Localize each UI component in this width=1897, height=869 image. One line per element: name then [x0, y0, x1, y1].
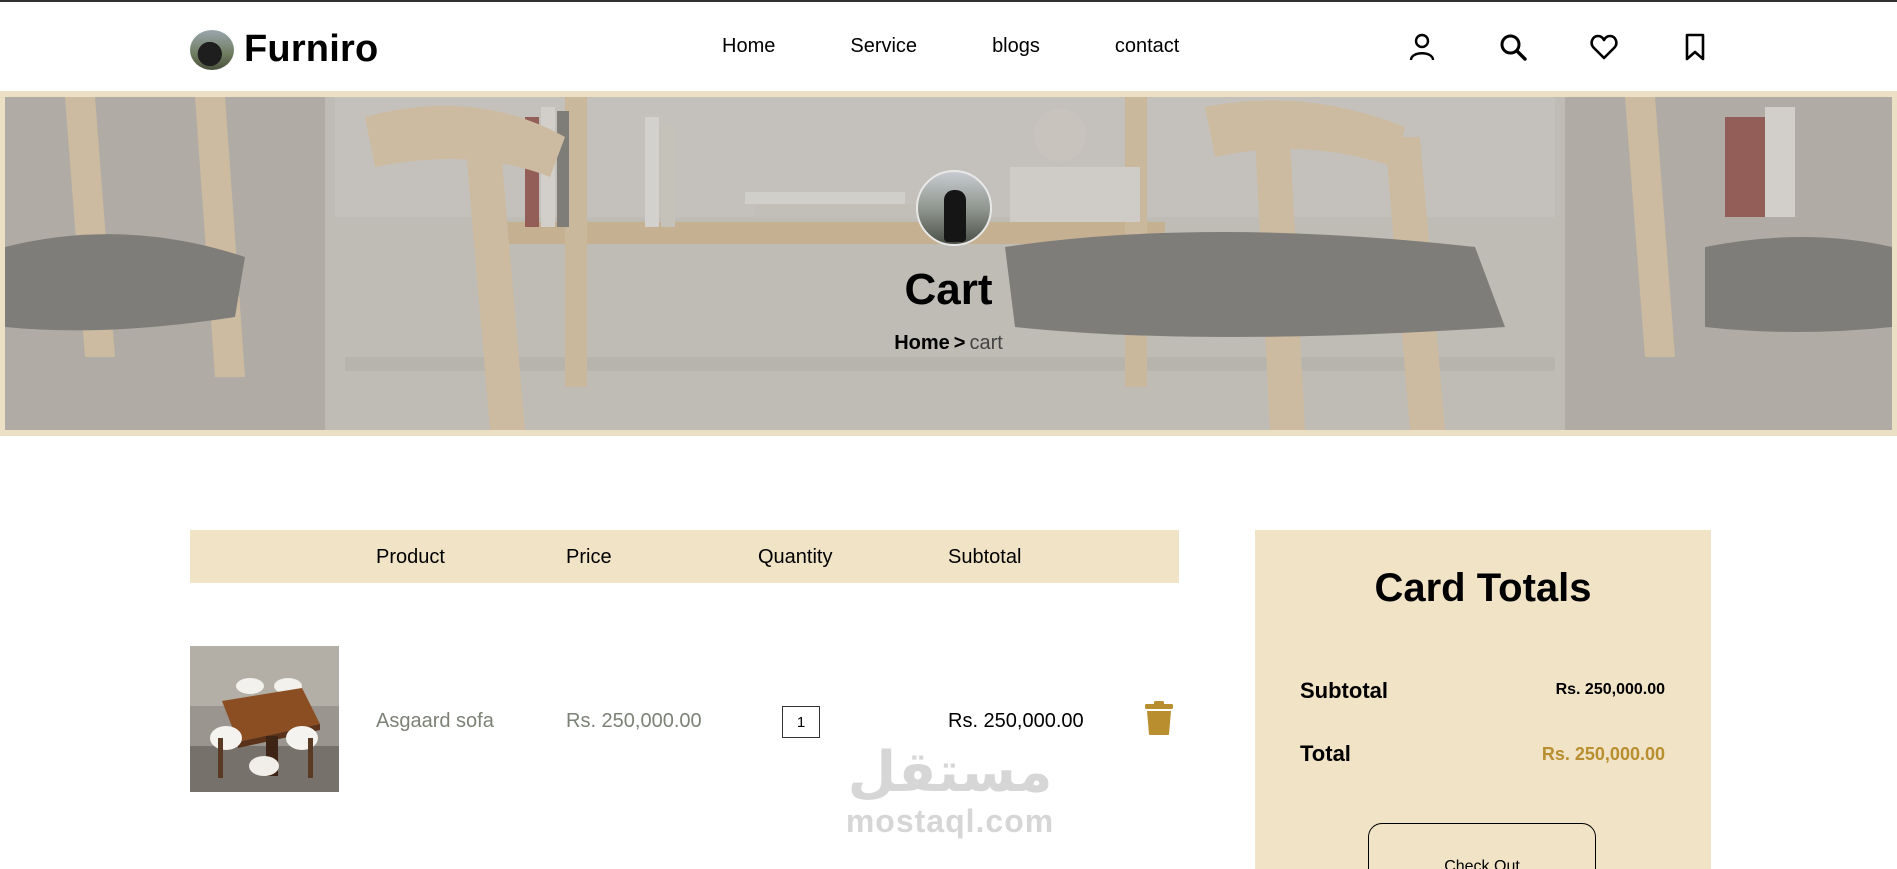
hero-background-image	[5, 97, 1892, 430]
user-icon[interactable]	[1408, 32, 1436, 62]
logo[interactable]: Furniro	[190, 28, 378, 71]
product-name[interactable]: Asgaard sofa	[376, 710, 494, 733]
avatar	[916, 170, 992, 246]
totals-title: Card Totals	[1374, 566, 1592, 610]
main-nav: Home Service blogs contact	[722, 35, 1254, 58]
quantity-input[interactable]	[782, 706, 820, 738]
total-value: Rs. 250,000.00	[1541, 744, 1665, 764]
product-price: Rs. 250,000.00	[566, 710, 702, 732]
product-subtotal: Rs. 250,000.00	[948, 710, 1084, 732]
total-label: Total	[1300, 741, 1351, 766]
nav-home[interactable]: Home	[722, 35, 775, 58]
heart-icon[interactable]	[1590, 32, 1618, 62]
breadcrumb-current: cart	[969, 332, 1003, 354]
checkout-button[interactable]: Check Out	[1368, 823, 1596, 869]
page-title: Cart	[904, 265, 993, 314]
breadcrumb-separator: >	[953, 332, 966, 354]
breadcrumb: Home > cart	[0, 332, 1897, 355]
search-icon[interactable]	[1499, 32, 1527, 62]
subtotal-label: Subtotal	[1300, 678, 1388, 703]
nav-blogs[interactable]: blogs	[992, 35, 1040, 58]
logo-image	[190, 29, 234, 70]
subtotal-value: Rs. 250,000.00	[1555, 681, 1665, 698]
hero-banner: Cart Home > cart	[0, 91, 1897, 436]
watermark-arabic: مستقل	[847, 740, 1053, 805]
product-thumbnail[interactable]	[190, 646, 339, 792]
watermark-latin: mostaql.com	[845, 803, 1055, 839]
column-product: Product	[376, 546, 445, 568]
cart-table-header: Product Price Quantity Subtotal	[190, 530, 1179, 583]
column-price: Price	[566, 546, 612, 568]
bookmark-icon[interactable]	[1681, 32, 1709, 62]
hero-overlay	[5, 97, 1892, 430]
watermark: مستقل mostaql.com	[830, 745, 1070, 840]
header-icons	[1408, 32, 1772, 62]
trash-icon	[1145, 701, 1173, 735]
logo-text: Furniro	[244, 28, 379, 70]
nav-service[interactable]: Service	[850, 35, 917, 58]
delete-item-button[interactable]	[1144, 700, 1174, 736]
cart-totals-panel: Card Totals Subtotal Rs. 250,000.00 Tota…	[1255, 530, 1711, 869]
breadcrumb-home[interactable]: Home	[894, 332, 950, 354]
site-header: Furniro Home Service blogs contact	[0, 2, 1897, 91]
nav-contact[interactable]: contact	[1115, 35, 1179, 58]
column-subtotal: Subtotal	[948, 546, 1022, 568]
column-quantity: Quantity	[758, 546, 833, 568]
